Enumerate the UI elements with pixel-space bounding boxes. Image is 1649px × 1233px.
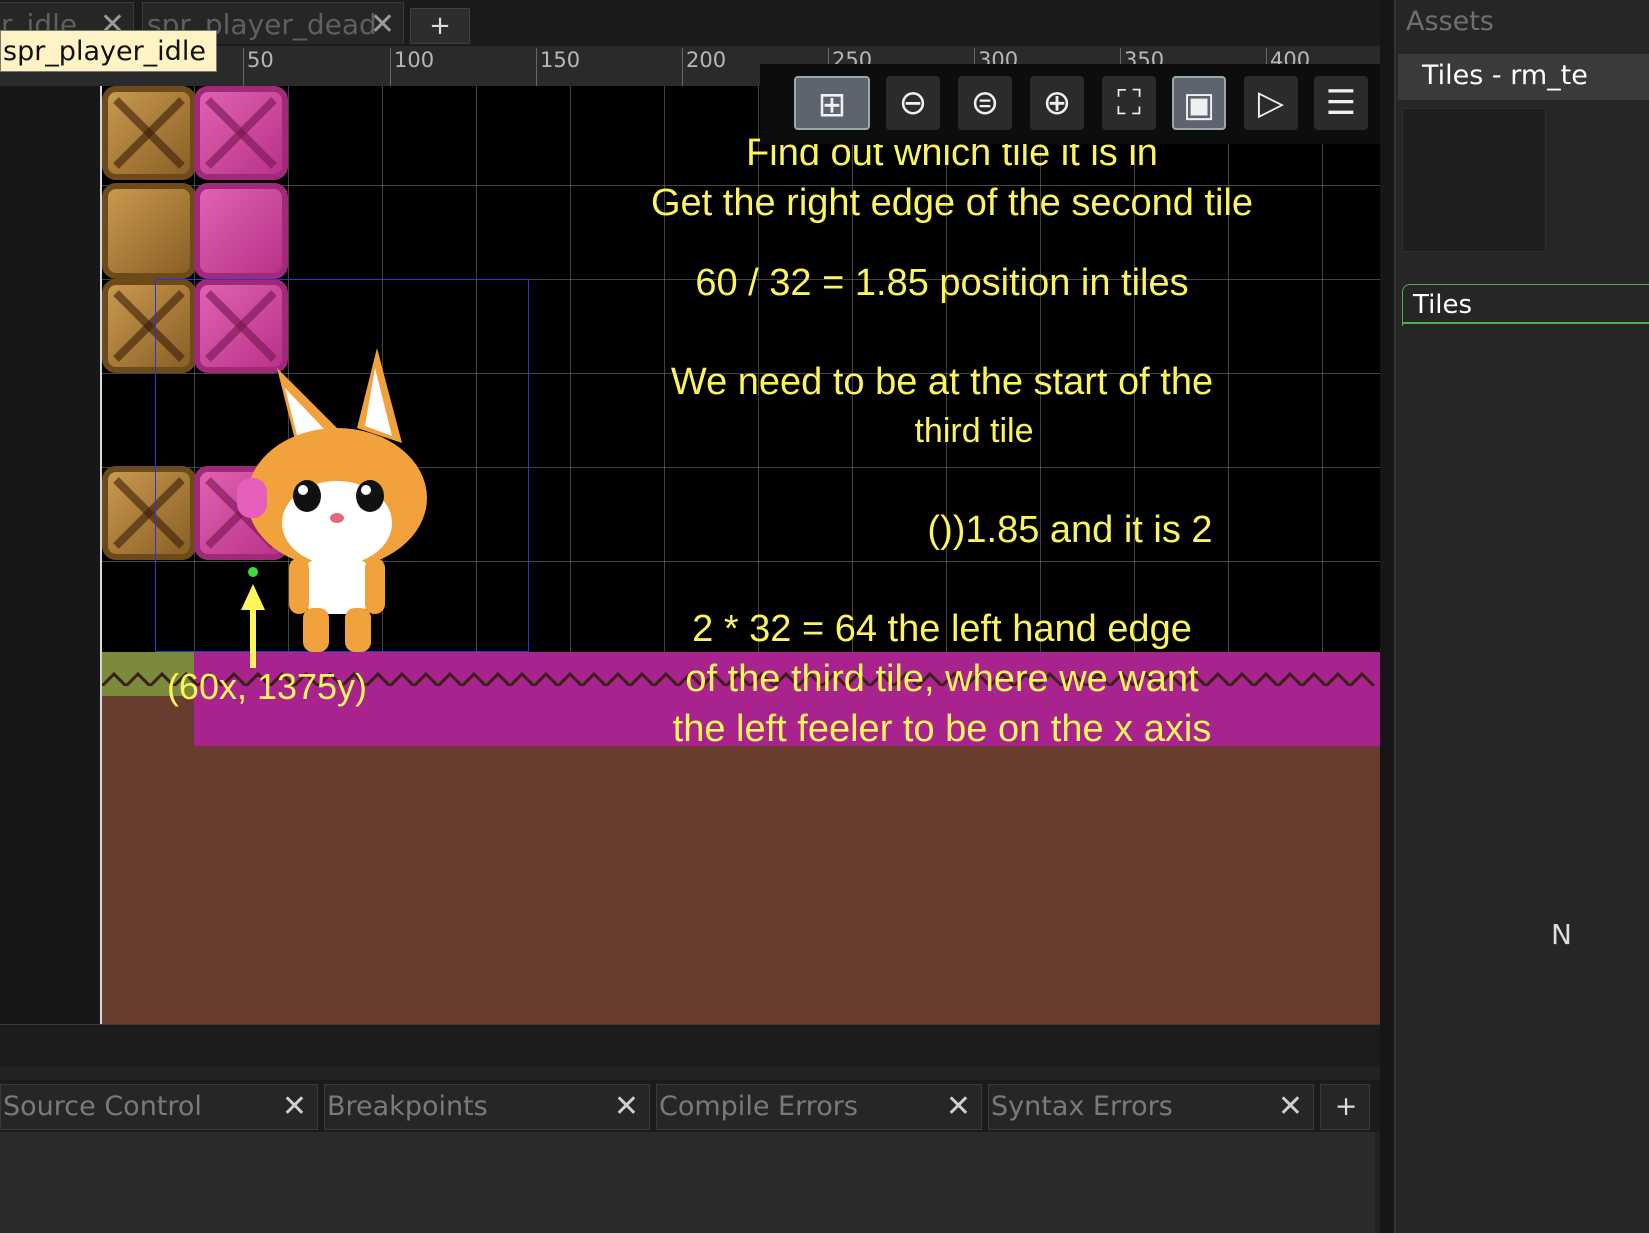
tab-source-control[interactable]: Source Control ✕ bbox=[0, 1084, 318, 1130]
canvas-margin bbox=[0, 86, 100, 1024]
close-icon[interactable]: ✕ bbox=[614, 1085, 639, 1129]
tab-label: Source Control bbox=[3, 1091, 202, 1122]
ruler-label: 50 bbox=[247, 48, 274, 72]
ruler-label: 200 bbox=[686, 48, 727, 72]
add-tab-button[interactable]: + bbox=[410, 8, 470, 44]
annotation-line: We need to be at the start of the bbox=[670, 361, 1214, 403]
output-tab-bar: Source Control ✕ Breakpoints ✕ Compile E… bbox=[0, 1080, 1380, 1132]
tiles-layer-header[interactable]: Tiles - rm_te bbox=[1398, 54, 1649, 100]
ruler-tick bbox=[682, 48, 683, 86]
tab-compile-errors[interactable]: Compile Errors ✕ bbox=[656, 1084, 982, 1130]
zoom-reset-icon[interactable]: ⊜ bbox=[958, 76, 1012, 130]
annotation-line: third tile bbox=[914, 412, 1034, 450]
feeler-arrow bbox=[241, 567, 265, 668]
status-strip bbox=[0, 1024, 1380, 1067]
play-icon[interactable]: ▷ bbox=[1244, 76, 1298, 130]
zoom-in-icon[interactable]: ⊕ bbox=[1030, 76, 1084, 130]
close-icon[interactable]: ✕ bbox=[282, 1085, 307, 1129]
dirt-tiles bbox=[194, 746, 1380, 1024]
tab-tiles[interactable]: Tiles bbox=[1402, 284, 1649, 326]
assets-panel-title: Assets bbox=[1406, 6, 1494, 37]
add-tab-button[interactable]: + bbox=[1320, 1084, 1370, 1130]
tab-label: Compile Errors bbox=[659, 1091, 858, 1122]
ruler-label: 150 bbox=[540, 48, 581, 72]
close-icon[interactable]: ✕ bbox=[1278, 1085, 1303, 1129]
tooltip: spr_player_idle bbox=[0, 30, 217, 72]
ruler-tick bbox=[536, 48, 537, 86]
close-icon[interactable]: ✕ bbox=[946, 1085, 971, 1129]
grid-icon[interactable]: ⊞ bbox=[794, 76, 870, 130]
close-icon[interactable]: ✕ bbox=[370, 3, 395, 44]
annotation-line: 2 * 32 = 64 the left hand edge bbox=[692, 608, 1192, 650]
panel-label: N bbox=[1551, 918, 1572, 951]
frame-icon[interactable]: ▣ bbox=[1172, 76, 1226, 130]
tab-breakpoints[interactable]: Breakpoints ✕ bbox=[324, 1084, 650, 1130]
annotation-line: of the third tile, where we want bbox=[685, 658, 1199, 700]
feeler-dot bbox=[248, 567, 258, 577]
annotation-line: Get the right edge of the second tile bbox=[650, 182, 1254, 224]
room-canvas[interactable]: (60x, 1375y) Find out which tile it is i… bbox=[100, 86, 1380, 1024]
annotation-line: 60 / 32 = 1.85 position in tiles bbox=[695, 262, 1189, 304]
tileset-preview bbox=[1402, 108, 1546, 252]
point-label: (60x, 1375y) bbox=[166, 666, 368, 707]
dirt-tiles bbox=[102, 696, 194, 1024]
tab-underline bbox=[1402, 322, 1649, 324]
zoom-out-icon[interactable]: ⊖ bbox=[886, 76, 940, 130]
fullscreen-icon[interactable]: ⛶ bbox=[1102, 76, 1156, 130]
output-panel bbox=[0, 1132, 1375, 1233]
tab-syntax-errors[interactable]: Syntax Errors ✕ bbox=[988, 1084, 1314, 1130]
layers-icon[interactable]: ☰ bbox=[1314, 76, 1368, 130]
ruler-tick bbox=[243, 48, 244, 86]
tab-label: Breakpoints bbox=[327, 1091, 488, 1122]
panel-divider[interactable] bbox=[1380, 0, 1394, 1233]
tab-label: Syntax Errors bbox=[991, 1091, 1173, 1122]
annotation-line: the left feeler to be on the x axis bbox=[672, 708, 1212, 750]
room-editor-toolbar: ⊞ ⊖ ⊜ ⊕ ⛶ ▣ ▷ ☰ bbox=[760, 64, 1380, 144]
ruler-label: 100 bbox=[394, 48, 435, 72]
annotation-line: ())1.85 and it is 2 bbox=[927, 509, 1213, 551]
ruler-tick bbox=[390, 48, 391, 86]
